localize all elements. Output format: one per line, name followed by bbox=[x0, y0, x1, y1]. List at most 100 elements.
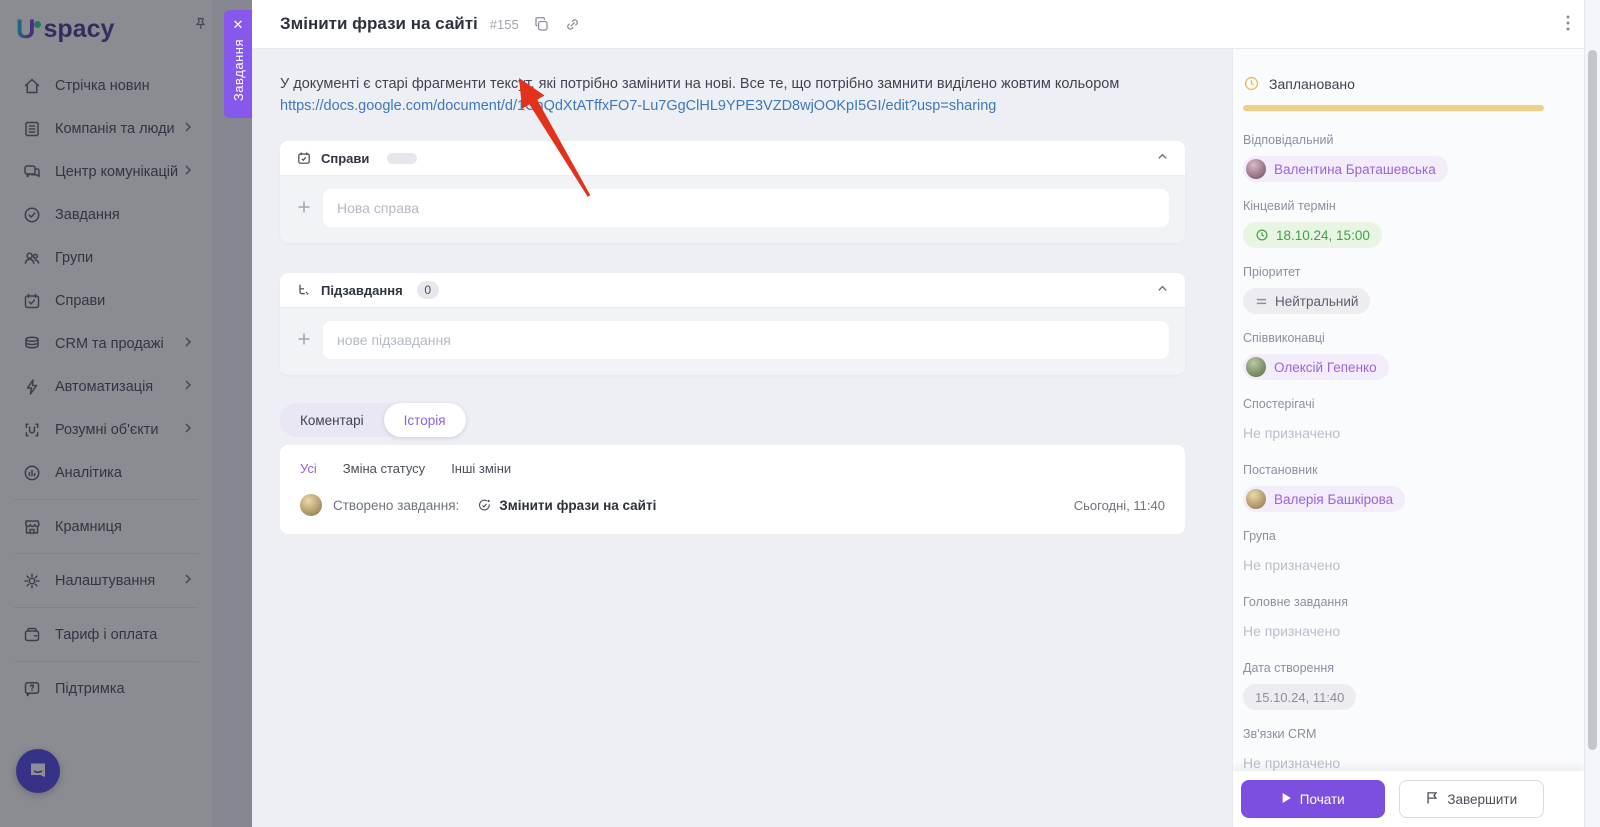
status-badge: Заплановано bbox=[1269, 75, 1355, 92]
clock-icon bbox=[1255, 228, 1269, 242]
detail-field: Відповідальний Валентина Браташевська bbox=[1243, 133, 1544, 182]
detail-field: Головне завдання Не призначено bbox=[1243, 595, 1544, 644]
empty-value[interactable]: Не призначено bbox=[1243, 623, 1340, 639]
link-icon[interactable] bbox=[564, 16, 581, 33]
field-value: 18.10.24, 15:00 bbox=[1243, 222, 1544, 248]
field-label: Співвиконавці bbox=[1243, 331, 1325, 345]
detail-field: Співвиконавці Олексій Гепенко bbox=[1243, 331, 1544, 380]
detail-field: Дата створення 15.10.24, 11:40 bbox=[1243, 661, 1544, 710]
detail-field: Спостерігачі Не призначено bbox=[1243, 397, 1544, 446]
status-progress-bar bbox=[1243, 105, 1544, 111]
field-label: Група bbox=[1243, 529, 1276, 543]
tab-comments[interactable]: Коментарі bbox=[280, 403, 384, 437]
tab-history[interactable]: Історія bbox=[383, 403, 466, 437]
avatar bbox=[1246, 159, 1266, 179]
history-timestamp: Сьогодні, 11:40 bbox=[1073, 497, 1165, 513]
detail-field: Зв'язки CRM Не призначено bbox=[1243, 727, 1544, 776]
avatar bbox=[300, 494, 322, 516]
chevron-up-icon[interactable] bbox=[1156, 282, 1169, 298]
page-title: Змінити фрази на сайті bbox=[280, 14, 478, 33]
empty-value[interactable]: Не призначено bbox=[1243, 755, 1340, 771]
field-label: Головне завдання bbox=[1243, 595, 1348, 609]
field-value: Валентина Браташевська bbox=[1243, 156, 1544, 182]
field-label: Кінцевий термін bbox=[1243, 199, 1336, 213]
field-label: Пріоритет bbox=[1243, 265, 1301, 279]
detail-field: Кінцевий термін 18.10.24, 15:00 bbox=[1243, 199, 1544, 248]
history-task-link[interactable]: Змінити фрази на сайті bbox=[499, 498, 656, 513]
chevron-up-icon[interactable] bbox=[1156, 150, 1169, 166]
copy-icon[interactable] bbox=[533, 16, 550, 33]
deadline-chip[interactable]: 18.10.24, 15:00 bbox=[1243, 222, 1382, 248]
todos-section-header[interactable]: Справи bbox=[280, 141, 1185, 176]
equals-icon bbox=[1255, 295, 1268, 308]
subtasks-section-header[interactable]: Підзавдання 0 bbox=[280, 273, 1185, 308]
detail-field: Група Не призначено bbox=[1243, 529, 1544, 578]
field-value: Не призначено bbox=[1243, 552, 1544, 578]
user-chip[interactable]: Валерія Башкірова bbox=[1243, 486, 1406, 512]
scrollbar-thumb[interactable] bbox=[1588, 50, 1597, 750]
field-label: Зв'язки CRM bbox=[1243, 727, 1317, 741]
history-filter[interactable]: Зміна статусу bbox=[343, 461, 425, 476]
status-clock-icon bbox=[1243, 75, 1260, 92]
new-todo-input[interactable] bbox=[323, 189, 1169, 227]
empty-value[interactable]: Не призначено bbox=[1243, 557, 1340, 573]
field-label: Дата створення bbox=[1243, 661, 1335, 675]
todos-section: Справи bbox=[280, 141, 1185, 243]
priority-chip[interactable]: Нейтральний bbox=[1243, 288, 1371, 314]
field-value: 15.10.24, 11:40 bbox=[1243, 684, 1544, 710]
subtasks-section: Підзавдання 0 bbox=[280, 273, 1185, 375]
field-label: Спостерігачі bbox=[1243, 397, 1315, 411]
close-icon[interactable]: ✕ bbox=[233, 18, 244, 31]
task-header: Змінити фрази на сайті #155 bbox=[252, 0, 1600, 49]
description-link[interactable]: https://docs.google.com/document/d/1CnQd… bbox=[280, 98, 996, 114]
modal-dim-overlay[interactable] bbox=[0, 0, 252, 827]
field-value: Не призначено bbox=[1243, 420, 1544, 446]
app-window: U spacy Стрічка новин Компанія та люди bbox=[0, 0, 1600, 827]
avatar bbox=[1246, 357, 1266, 377]
user-chip[interactable]: Олексій Гепенко bbox=[1243, 354, 1389, 380]
history-filters: Усі Зміна статусу Інші зміни bbox=[300, 461, 1165, 476]
empty-value[interactable]: Не призначено bbox=[1243, 425, 1340, 441]
task-actions-footer: Почати Завершити bbox=[1233, 771, 1584, 827]
tab-tasks-drawer[interactable]: ✕ Завдання bbox=[224, 10, 252, 118]
new-subtask-input[interactable] bbox=[323, 321, 1169, 359]
field-label: Постановник bbox=[1243, 463, 1318, 477]
drawer-tab-label: Завдання bbox=[230, 39, 246, 102]
calendar-check-icon bbox=[296, 150, 312, 166]
play-icon bbox=[1281, 792, 1292, 807]
task-description: У документі є старі фрагменти тексут, як… bbox=[280, 73, 1185, 117]
task-content: У документі є старі фрагменти тексут, як… bbox=[252, 49, 1232, 827]
more-menu-icon[interactable] bbox=[1560, 13, 1576, 36]
date-chip: 15.10.24, 11:40 bbox=[1243, 684, 1357, 710]
finish-button[interactable]: Завершити bbox=[1398, 780, 1544, 818]
task-id: #155 bbox=[489, 16, 519, 32]
field-value: Не призначено bbox=[1243, 618, 1544, 644]
detail-field: Постановник Валерія Башкірова bbox=[1243, 463, 1544, 512]
description-text: У документі є старі фрагменти тексут, як… bbox=[280, 76, 1120, 92]
plus-icon bbox=[296, 331, 312, 350]
detail-field: Пріоритет Нейтральний bbox=[1243, 265, 1544, 314]
avatar bbox=[1246, 489, 1266, 509]
task-panel: Змінити фрази на сайті #155 У документі … bbox=[252, 0, 1600, 827]
history-filter[interactable]: Усі bbox=[300, 461, 317, 476]
user-chip[interactable]: Валентина Браташевська bbox=[1243, 156, 1448, 182]
history-filter[interactable]: Інші зміни bbox=[451, 461, 511, 476]
history-card: Усі Зміна статусу Інші зміни Створено завд… bbox=[280, 445, 1185, 534]
subtask-count-badge: 0 bbox=[416, 281, 439, 299]
field-label: Відповідальний bbox=[1243, 133, 1334, 147]
subtask-icon bbox=[296, 282, 312, 298]
history-action: Створено завдання: bbox=[333, 497, 460, 513]
comments-history-tabs: Коментарі Історія bbox=[280, 403, 466, 437]
start-button[interactable]: Почати bbox=[1241, 780, 1385, 818]
section-title: Підзавдання bbox=[321, 282, 403, 298]
section-title: Справи bbox=[321, 150, 370, 166]
status-row[interactable]: Заплановано bbox=[1243, 75, 1544, 92]
history-entry: Створено завдання: Змінити фрази на сайт… bbox=[300, 494, 1165, 516]
details-fields: Відповідальний Валентина Браташевська Кі… bbox=[1243, 133, 1544, 776]
field-value: Олексій Гепенко bbox=[1243, 354, 1544, 380]
flag-icon bbox=[1425, 790, 1439, 808]
field-value: Валерія Башкірова bbox=[1243, 486, 1544, 512]
loading-skeleton bbox=[387, 152, 418, 164]
task-created-icon bbox=[477, 498, 492, 513]
window-scrollbar[interactable] bbox=[1584, 0, 1600, 827]
